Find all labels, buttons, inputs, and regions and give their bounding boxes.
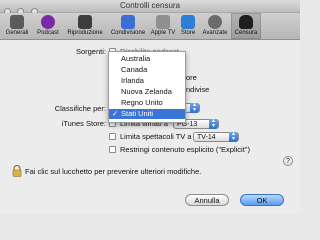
tab-store[interactable]: Store (177, 13, 199, 39)
tab-avanzate[interactable]: Avanzate (199, 13, 231, 39)
store-icon (181, 15, 195, 29)
menu-item-regno-unito[interactable]: Regno Unito (109, 98, 185, 108)
sorgenti-option-fragment-2: ndivise (186, 85, 210, 94)
ok-button[interactable]: OK (240, 194, 284, 206)
help-button[interactable]: ? (283, 156, 293, 166)
limita-tv-checkbox[interactable] (109, 133, 116, 140)
tab-condivisione[interactable]: Condivisione (107, 13, 149, 39)
restringi-checkbox[interactable] (109, 146, 116, 153)
sorgenti-option-fragment-1: ore (186, 73, 197, 82)
classifiche-label: Classifiche per: (54, 104, 106, 113)
country-popup-menu: Australia Canada Irlanda Nuova Zelanda R… (108, 51, 186, 123)
menu-item-irlanda[interactable]: Irlanda (109, 76, 185, 86)
limita-tv-value: TV-14 (197, 134, 216, 141)
menu-item-label: Irlanda (121, 76, 144, 85)
menu-item-canada[interactable]: Canada (109, 65, 185, 75)
cancel-button[interactable]: Annulla (185, 194, 229, 206)
restringi-label: Restringi contenuto esplicito ("Explicit… (120, 145, 250, 154)
tab-riproduzione[interactable]: Riproduzione (63, 13, 107, 39)
preferences-window: Controlli censura Generali Podcast Ripro… (0, 0, 300, 214)
title-bar: Controlli censura (0, 0, 300, 15)
tab-podcast[interactable]: Podcast (33, 13, 63, 39)
popup-arrows-icon: ▴ ▾ (190, 102, 199, 113)
menu-item-label: Australia (121, 54, 151, 63)
riproduzione-icon (78, 15, 92, 29)
menu-item-label: Nuova Zelanda (121, 87, 172, 96)
podcast-icon (41, 15, 55, 29)
sorgenti-label: Sorgenti: (75, 47, 106, 56)
tab-apple-tv-label: Apple TV (150, 30, 176, 36)
lock-icon[interactable] (12, 165, 22, 177)
menu-item-label: Canada (121, 65, 148, 74)
menu-item-label: Stati Uniti (121, 109, 154, 118)
tab-generali[interactable]: Generali (1, 13, 33, 39)
menu-item-stati-uniti[interactable]: ✓ Stati Uniti (109, 109, 185, 119)
tab-store-label: Store (180, 30, 196, 36)
popup-arrows-icon: ▴ ▾ (209, 118, 218, 129)
limita-tv-select[interactable]: TV-14 ▴ ▾ (193, 131, 239, 142)
tab-avanzate-label: Avanzate (202, 30, 228, 36)
tab-condivisione-label: Condivisione (110, 30, 146, 36)
checkmark-icon: ✓ (112, 109, 119, 118)
avanzate-icon (208, 15, 222, 29)
tab-riproduzione-label: Riproduzione (67, 30, 103, 36)
tab-podcast-label: Podcast (37, 30, 59, 36)
tab-censura[interactable]: Censura (231, 13, 261, 39)
popup-arrows-icon: ▴ ▾ (229, 131, 238, 142)
window-title: Controlli censura (119, 1, 181, 10)
limita-tv-label: Limita spettacoli TV a (120, 132, 192, 141)
tab-generali-label: Generali (5, 30, 29, 36)
generali-icon (10, 15, 24, 29)
preferences-toolbar: Generali Podcast Riproduzione Condivisio… (0, 13, 300, 40)
menu-item-australia[interactable]: Australia (109, 54, 185, 64)
itunes-store-label: iTunes Store: (61, 119, 106, 128)
menu-item-nuova-zelanda[interactable]: Nuova Zelanda (109, 87, 185, 97)
censura-icon (239, 15, 253, 29)
apple-tv-icon (156, 15, 170, 29)
lock-message: Fai clic sul lucchetto per prevenire ult… (25, 167, 202, 176)
condivisione-icon (121, 15, 135, 29)
tab-censura-label: Censura (234, 30, 258, 36)
menu-item-label: Regno Unito (121, 98, 163, 107)
tab-apple-tv[interactable]: Apple TV (149, 13, 177, 39)
